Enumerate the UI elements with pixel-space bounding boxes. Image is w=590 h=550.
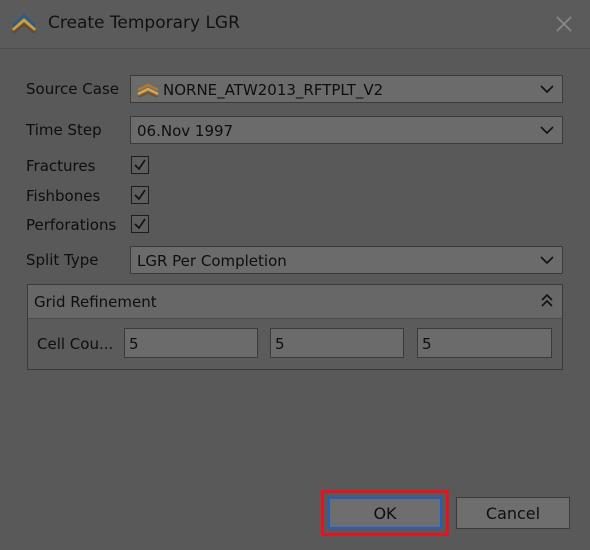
chevron-down-icon — [540, 256, 554, 265]
grid-refinement-group: Grid Refinement Cell Cou... 5 5 5 — [27, 284, 563, 370]
cancel-button[interactable]: Cancel — [456, 497, 570, 529]
cell-count-i-value: 5 — [129, 335, 139, 353]
checkmark-icon — [134, 189, 146, 201]
close-button[interactable] — [550, 10, 578, 38]
resinsight-layers-icon — [12, 13, 36, 34]
case-layers-icon — [137, 83, 159, 97]
time-step-label: Time Step — [26, 121, 102, 139]
fishbones-label: Fishbones — [26, 187, 101, 205]
close-icon — [556, 16, 572, 32]
time-step-select[interactable]: 06.Nov 1997 — [130, 116, 563, 144]
time-step-value: 06.Nov 1997 — [137, 122, 234, 140]
split-type-value: LGR Per Completion — [137, 252, 287, 270]
source-case-value: NORNE_ATW2013_RFTPLT_V2 — [163, 81, 384, 99]
chevron-down-icon — [540, 85, 554, 94]
grid-refinement-title: Grid Refinement — [34, 293, 157, 311]
chevron-down-icon — [540, 126, 554, 135]
fishbones-checkbox[interactable] — [131, 186, 149, 204]
cell-count-i-input[interactable]: 5 — [124, 328, 258, 358]
cell-count-k-input[interactable]: 5 — [417, 328, 552, 358]
split-type-label: Split Type — [26, 251, 99, 269]
fractures-checkbox[interactable] — [131, 156, 149, 174]
ok-button[interactable]: OK — [328, 497, 442, 529]
checkmark-icon — [134, 218, 146, 230]
cell-count-label: Cell Cou... — [37, 335, 114, 353]
source-case-select[interactable]: NORNE_ATW2013_RFTPLT_V2 — [130, 75, 563, 103]
checkmark-icon — [134, 159, 146, 171]
perforations-checkbox[interactable] — [131, 215, 149, 233]
grid-refinement-header[interactable]: Grid Refinement — [28, 285, 562, 319]
title-bar: Create Temporary LGR — [0, 0, 590, 49]
cell-count-j-input[interactable]: 5 — [270, 328, 404, 358]
double-chevron-up-icon[interactable] — [540, 293, 554, 309]
split-type-select[interactable]: LGR Per Completion — [130, 246, 563, 274]
cell-count-j-value: 5 — [275, 335, 285, 353]
fractures-label: Fractures — [26, 157, 96, 175]
window-title: Create Temporary LGR — [48, 13, 240, 33]
source-case-label: Source Case — [26, 80, 119, 98]
perforations-label: Perforations — [26, 216, 117, 234]
cell-count-k-value: 5 — [422, 335, 432, 353]
